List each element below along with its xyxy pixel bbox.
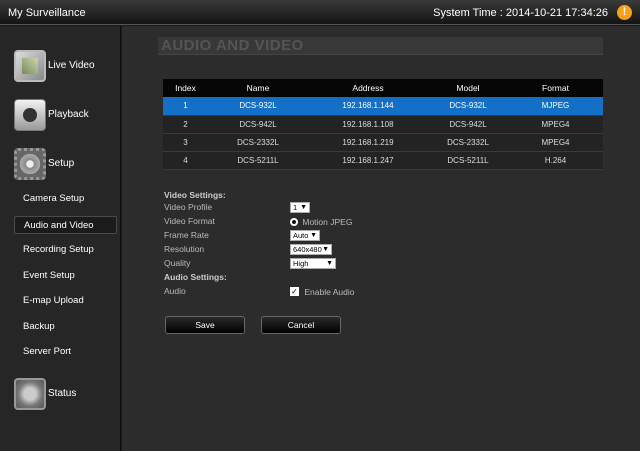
frame-rate-select[interactable]: Auto ▼: [290, 230, 320, 241]
cell-index: 4: [163, 151, 208, 170]
camera-table: Index Name Address Model Format 1 DCS-93…: [163, 79, 603, 170]
sidebar-item-label: Status: [48, 388, 77, 399]
sidebar-item-recording-setup[interactable]: Recording Setup: [14, 241, 117, 259]
frame-rate-row: Frame Rate Auto ▼: [164, 230, 464, 243]
video-profile-value: 1: [293, 203, 298, 212]
frame-rate-value: Auto: [293, 231, 309, 240]
video-profile-select[interactable]: 1 ▼: [290, 202, 310, 213]
chevron-down-icon: ▼: [300, 204, 307, 211]
sidebar-item-label: Playback: [48, 109, 89, 120]
quality-row: Quality High ▼: [164, 258, 464, 271]
chevron-down-icon: ▼: [326, 260, 333, 267]
cell-index: 3: [163, 133, 208, 152]
main-content: AUDIO AND VIDEO Index Name Address Model…: [122, 26, 640, 451]
cell-format: MJPEG: [508, 97, 603, 116]
enable-audio-label: Enable Audio: [304, 286, 355, 297]
status-icon: [14, 378, 46, 410]
title-bar: My Surveillance System Time : 2014-10-21…: [0, 0, 640, 25]
column-header-address[interactable]: Address: [308, 79, 428, 97]
cell-address: 192.168.1.219: [308, 133, 428, 152]
frame-rate-label: Frame Rate: [164, 230, 209, 240]
alert-icon[interactable]: !: [617, 5, 632, 20]
sidebar-item-label: Setup: [48, 158, 75, 169]
sidebar-item-server-port[interactable]: Server Port: [14, 343, 117, 361]
save-button[interactable]: Save: [165, 316, 245, 334]
cell-index: 1: [163, 97, 208, 116]
playback-icon: [14, 99, 46, 131]
column-header-name[interactable]: Name: [208, 79, 308, 97]
cell-address: 192.168.1.247: [308, 151, 428, 170]
cell-model: DCS-942L: [428, 115, 508, 134]
sidebar: Live Video Playback Setup Camera Setup A…: [0, 26, 121, 451]
sidebar-item-playback[interactable]: Playback: [14, 99, 118, 131]
audio-settings-heading: Audio Settings:: [164, 272, 227, 282]
column-header-index[interactable]: Index: [163, 79, 208, 97]
cell-index: 2: [163, 115, 208, 134]
column-header-format[interactable]: Format: [508, 79, 603, 97]
table-row[interactable]: 1 DCS-932L 192.168.1.144 DCS-932L MJPEG: [163, 97, 603, 116]
quality-select[interactable]: High ▼: [290, 258, 336, 269]
audio-row: Audio ✓ Enable Audio: [164, 286, 464, 299]
video-profile-row: Video Profile 1 ▼: [164, 202, 464, 215]
video-format-option: Motion JPEG: [302, 216, 353, 227]
cell-model: DCS-5211L: [428, 151, 508, 170]
enable-audio-checkbox[interactable]: ✓: [290, 287, 299, 297]
cell-format: MPEG4: [508, 133, 603, 152]
table-header-row: Index Name Address Model Format: [163, 79, 603, 97]
video-format-row: Video Format Motion JPEG: [164, 216, 464, 229]
column-header-model[interactable]: Model: [428, 79, 508, 97]
sidebar-item-label: Live Video: [48, 60, 95, 71]
page-title: AUDIO AND VIDEO: [158, 37, 603, 55]
sidebar-item-camera-setup[interactable]: Camera Setup: [14, 190, 117, 208]
sidebar-item-live-video[interactable]: Live Video: [14, 50, 118, 82]
table-row[interactable]: 4 DCS-5211L 192.168.1.247 DCS-5211L H.26…: [163, 151, 603, 170]
resolution-row: Resolution 640x480 ▼: [164, 244, 464, 257]
sidebar-item-event-setup[interactable]: Event Setup: [14, 267, 117, 285]
video-format-radio[interactable]: [290, 217, 298, 226]
cell-name: DCS-932L: [208, 97, 308, 116]
cell-format: MPEG4: [508, 115, 603, 134]
chevron-down-icon: ▼: [310, 232, 317, 239]
system-time: System Time : 2014-10-21 17:34:26: [433, 7, 608, 19]
sidebar-item-backup[interactable]: Backup: [14, 318, 117, 336]
cell-model: DCS-2332L: [428, 133, 508, 152]
resolution-label: Resolution: [164, 244, 205, 254]
cell-address: 192.168.1.108: [308, 115, 428, 134]
table-row[interactable]: 3 DCS-2332L 192.168.1.219 DCS-2332L MPEG…: [163, 133, 603, 152]
setup-gear-icon: [14, 148, 46, 180]
cancel-button[interactable]: Cancel: [261, 316, 341, 334]
quality-value: High: [293, 259, 309, 268]
resolution-value: 640x480: [293, 245, 322, 254]
cell-format: H.264: [508, 151, 603, 170]
audio-label: Audio: [164, 286, 186, 296]
quality-label: Quality: [164, 258, 191, 268]
sidebar-item-setup[interactable]: Setup: [14, 148, 118, 180]
video-format-label: Video Format: [164, 216, 215, 226]
cell-name: DCS-5211L: [208, 151, 308, 170]
cell-model: DCS-932L: [428, 97, 508, 116]
video-profile-label: Video Profile: [164, 202, 213, 212]
sidebar-item-emap-upload[interactable]: E-map Upload: [14, 292, 117, 310]
live-video-icon: [14, 50, 46, 82]
resolution-select[interactable]: 640x480 ▼: [290, 244, 332, 255]
chevron-down-icon: ▼: [322, 246, 329, 253]
app-title: My Surveillance: [8, 7, 86, 19]
cell-name: DCS-2332L: [208, 133, 308, 152]
table-row[interactable]: 2 DCS-942L 192.168.1.108 DCS-942L MPEG4: [163, 115, 603, 134]
sidebar-item-status[interactable]: Status: [14, 378, 118, 410]
sidebar-item-audio-and-video[interactable]: Audio and Video: [14, 216, 117, 234]
cell-name: DCS-942L: [208, 115, 308, 134]
cell-address: 192.168.1.144: [308, 97, 428, 116]
video-settings-heading: Video Settings:: [164, 190, 226, 200]
